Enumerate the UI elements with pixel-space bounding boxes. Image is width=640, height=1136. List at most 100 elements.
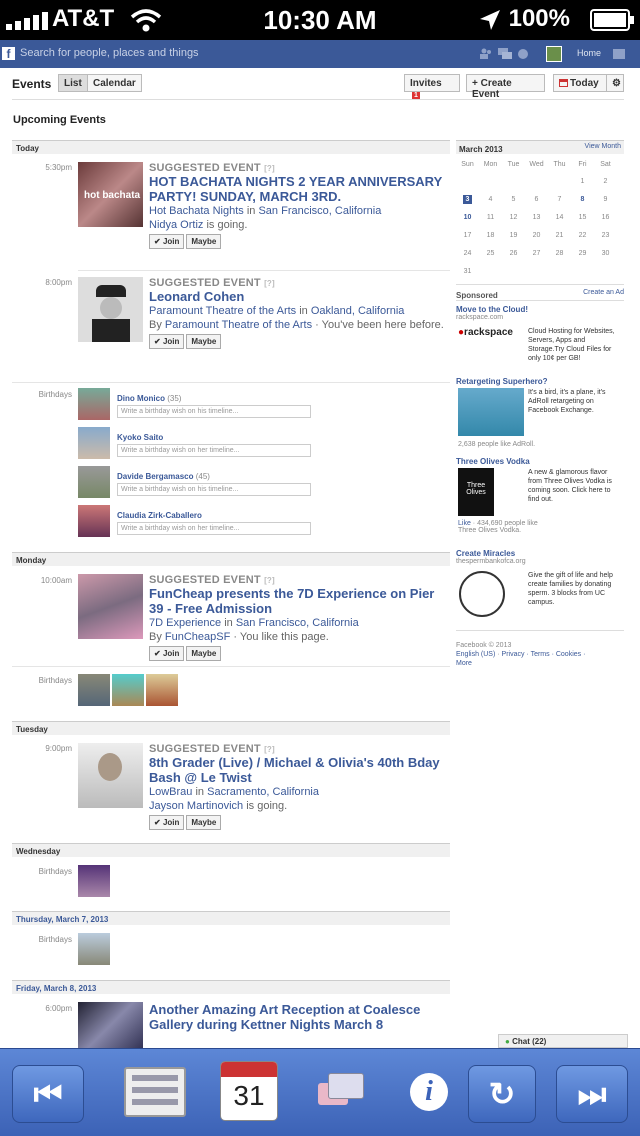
calendar-day[interactable]: 5 <box>502 190 525 208</box>
event-thumbnail[interactable] <box>78 743 143 808</box>
birthday-person[interactable]: Davide Bergamasco (45) <box>117 472 210 481</box>
calendar-day[interactable]: 8 <box>571 190 594 208</box>
calendar-day[interactable]: 3 <box>456 190 479 208</box>
calendar-day[interactable]: 30 <box>594 244 617 262</box>
birthday-person[interactable]: Kyoko Saito <box>117 433 163 442</box>
calendar-day[interactable]: 29 <box>571 244 594 262</box>
messages-icon[interactable] <box>318 1073 364 1109</box>
like-link[interactable]: Like <box>458 520 471 527</box>
info-icon[interactable]: i <box>410 1073 448 1111</box>
calendar-day[interactable]: 6 <box>525 190 548 208</box>
calendar-day[interactable]: 14 <box>548 208 571 226</box>
calendar-day[interactable]: 25 <box>479 244 502 262</box>
calendar-day[interactable]: 16 <box>594 208 617 226</box>
invites-button[interactable]: Invites 1 <box>404 74 460 99</box>
event-thumbnail[interactable] <box>78 277 143 342</box>
event-thumbnail[interactable] <box>78 574 143 639</box>
ad-item[interactable]: Create Miracles thespermbankofca.org Giv… <box>456 549 624 631</box>
event-title[interactable]: 8th Grader (Live) / Michael & Olivia's 4… <box>149 755 444 785</box>
calendar-day[interactable]: 1 <box>571 172 594 190</box>
calendar-day[interactable]: 26 <box>502 244 525 262</box>
calendar-day <box>525 172 548 190</box>
calendar-day[interactable]: 31 <box>456 262 479 280</box>
ad-item[interactable]: Retargeting Superhero? It's a bird, it's… <box>456 377 624 457</box>
avatar[interactable] <box>78 505 110 537</box>
fast-forward-button[interactable]: ⏭ <box>556 1065 628 1123</box>
ad-item[interactable]: Three Olives Vodka Three Olives A new & … <box>456 457 624 549</box>
account-settings-icon[interactable] <box>613 49 625 59</box>
event-thumbnail[interactable]: hot bachata <box>78 162 143 227</box>
calendar-day[interactable]: 19 <box>502 226 525 244</box>
birthday-person[interactable]: Claudia Zirk-Caballero <box>117 511 202 520</box>
avatar[interactable] <box>112 674 144 706</box>
calendar-day[interactable]: 28 <box>548 244 571 262</box>
calendar-day[interactable]: 17 <box>456 226 479 244</box>
view-month-link[interactable]: View Month <box>585 143 621 150</box>
event-title[interactable]: Leonard Cohen <box>149 289 444 304</box>
calendar-day[interactable]: 9 <box>594 190 617 208</box>
calendar-day[interactable]: 24 <box>456 244 479 262</box>
birthday-wish-input[interactable]: Write a birthday wish on his timeline... <box>117 405 311 418</box>
event-thumbnail[interactable] <box>78 1002 143 1048</box>
calendar-day[interactable]: 20 <box>525 226 548 244</box>
avatar[interactable] <box>78 865 110 897</box>
join-button[interactable]: ✔ Join <box>149 234 185 249</box>
maybe-button[interactable]: Maybe <box>186 334 222 349</box>
event-title[interactable]: HOT BACHATA NIGHTS 2 YEAR ANNIVERSARY PA… <box>149 174 444 204</box>
suggested-label: SUGGESTED EVENT [?] <box>149 743 275 755</box>
calendar-day[interactable]: 7 <box>548 190 571 208</box>
messages-icon[interactable] <box>498 48 512 59</box>
calendar-view-button[interactable]: Calendar <box>87 74 142 92</box>
calendar-day[interactable]: 10 <box>456 208 479 226</box>
list-view-icon[interactable] <box>124 1067 186 1117</box>
birthday-wish-input[interactable]: Write a birthday wish on his timeline... <box>117 483 311 496</box>
event-title[interactable]: FunCheap presents the 7D Experience on P… <box>149 586 444 616</box>
facebook-logo-icon[interactable]: f <box>2 47 15 61</box>
join-button[interactable]: ✔ Join <box>149 334 185 349</box>
list-view-button[interactable]: List <box>58 74 88 92</box>
calendar-icon[interactable]: 31 <box>220 1061 278 1121</box>
avatar[interactable] <box>78 388 110 420</box>
face-figure-icon <box>100 297 122 319</box>
settings-gear-button[interactable]: ⚙ <box>606 74 624 92</box>
calendar-day[interactable]: 2 <box>594 172 617 190</box>
calendar-day[interactable]: 27 <box>525 244 548 262</box>
maybe-button[interactable]: Maybe <box>186 234 222 249</box>
weekday-label: Fri <box>578 160 587 168</box>
maybe-button[interactable]: Maybe <box>186 646 222 661</box>
birthday-wish-input[interactable]: Write a birthday wish on her timeline... <box>117 522 311 535</box>
avatar[interactable] <box>78 466 110 498</box>
calendar-day[interactable]: 21 <box>548 226 571 244</box>
birthday-wish-input[interactable]: Write a birthday wish on her timeline... <box>117 444 311 457</box>
avatar[interactable] <box>78 674 110 706</box>
event-title[interactable]: Another Amazing Art Reception at Coalesc… <box>149 1002 444 1032</box>
search-input[interactable]: Search for people, places and things <box>20 47 199 59</box>
calendar-day[interactable]: 23 <box>594 226 617 244</box>
calendar-day[interactable]: 13 <box>525 208 548 226</box>
create-event-button[interactable]: + Create Event <box>466 74 545 100</box>
event-item: SUGGESTED EVENT [?] HOT BACHATA NIGHTS 2… <box>149 162 444 249</box>
calendar-day[interactable]: 12 <box>502 208 525 226</box>
calendar-day[interactable]: 18 <box>479 226 502 244</box>
friend-requests-icon[interactable] <box>480 48 492 59</box>
notifications-icon[interactable] <box>517 48 529 59</box>
rewind-button[interactable]: ⏮ <box>12 1065 84 1123</box>
calendar-day[interactable]: 4 <box>479 190 502 208</box>
join-button[interactable]: ✔ Join <box>149 646 185 661</box>
home-link[interactable]: Home <box>577 48 601 58</box>
avatar[interactable] <box>146 674 178 706</box>
calendar-day[interactable]: 15 <box>571 208 594 226</box>
calendar-day[interactable]: 22 <box>571 226 594 244</box>
calendar-day[interactable]: 11 <box>479 208 502 226</box>
maybe-button[interactable]: Maybe <box>186 815 222 830</box>
avatar[interactable] <box>78 427 110 459</box>
create-ad-link[interactable]: Create an Ad <box>583 289 624 296</box>
reload-button[interactable]: ↻ <box>468 1065 536 1123</box>
ad-item[interactable]: Move to the Cloud! rackspace.com ●racksp… <box>456 305 624 377</box>
chat-button[interactable]: ● Chat (22) <box>498 1034 628 1048</box>
profile-avatar[interactable] <box>546 46 562 62</box>
birthday-person[interactable]: Dino Monico (35) <box>117 394 181 403</box>
avatar[interactable] <box>78 933 110 965</box>
day-header-today: Today <box>12 140 450 154</box>
join-button[interactable]: ✔ Join <box>149 815 185 830</box>
